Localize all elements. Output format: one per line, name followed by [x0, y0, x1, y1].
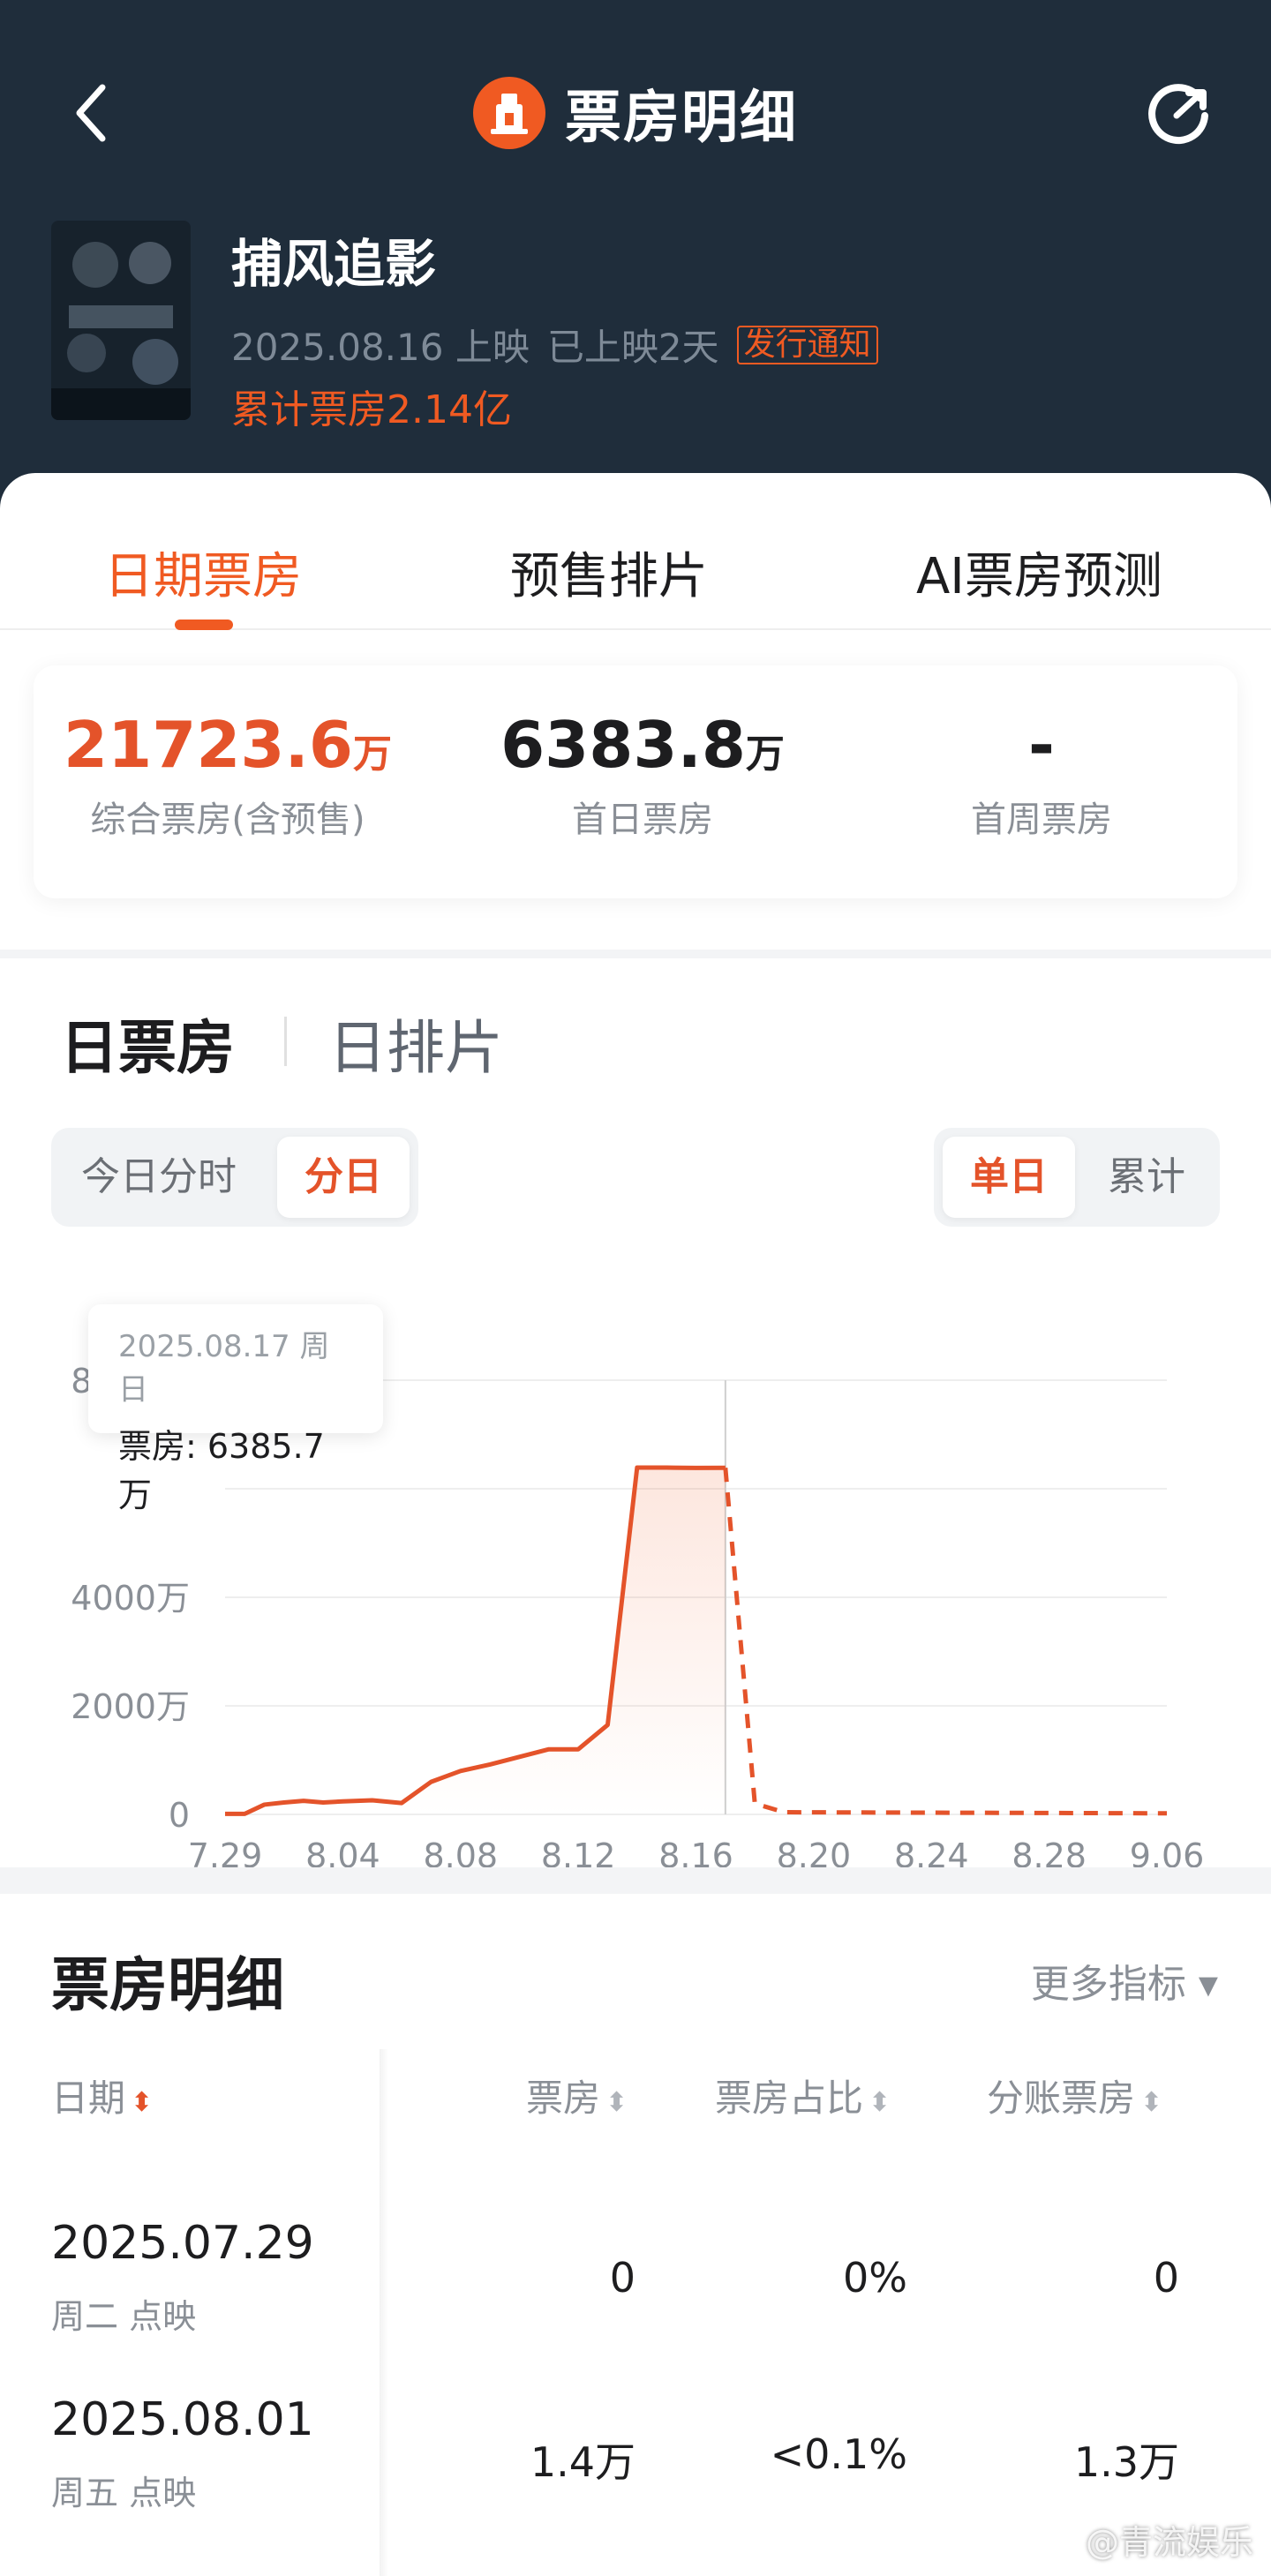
time-mode-toggle: 今日分时 分日	[51, 1128, 418, 1227]
sort-icon: ⬍	[131, 2087, 154, 2118]
page-title: 票房明细	[565, 86, 798, 151]
value-mode-toggle: 单日 累计	[934, 1128, 1220, 1227]
stats-box: 21723.6万 综合票房(含预售) 6383.8万 首日票房 - 首周票房	[34, 665, 1237, 898]
tooltip-value: 票房: 6385.7万	[118, 1427, 325, 1514]
stat-first-week-value: -	[1028, 708, 1055, 782]
seg-daily[interactable]: 分日	[277, 1137, 410, 1218]
header-split[interactable]: 分账票房 ⬍	[987, 2069, 1162, 2122]
refresh-button[interactable]	[1142, 74, 1218, 150]
detail-title: 票房明细	[51, 1951, 284, 2019]
row-2-date: 2025.08.01	[51, 2393, 314, 2446]
stat-total-label: 综合票房(含预售)	[90, 800, 365, 840]
movie-poster[interactable]	[51, 221, 191, 420]
x-tick-label: 8.08	[423, 1836, 498, 1867]
tab-ai-forecast[interactable]: AI票房预测	[916, 537, 1162, 608]
seg-hourly[interactable]: 今日分时	[62, 1137, 256, 1218]
seg-single-day[interactable]: 单日	[943, 1137, 1075, 1218]
row-1-sub: 周二 点映	[51, 2297, 197, 2336]
header-share[interactable]: 票房占比 ⬍	[715, 2069, 891, 2122]
frozen-column-shadow	[380, 2049, 388, 2576]
tab-daily-schedule[interactable]: 日排片	[328, 1001, 503, 1085]
x-tick-label: 8.16	[658, 1836, 733, 1867]
series-area	[225, 1468, 726, 1814]
tab-presale-schedule[interactable]: 预售排片	[510, 537, 708, 608]
divider	[284, 1017, 287, 1066]
x-tick-label: 8.28	[1012, 1836, 1087, 1867]
chart-section: 日票房 日排片 今日分时 分日 单日 累计 02000万4000万8000万7.…	[0, 958, 1271, 1867]
header-date[interactable]: 日期 ⬍	[51, 2069, 153, 2122]
refresh-icon	[1148, 84, 1208, 145]
movie-meta: 2025.08.16 上映 已上映2天 发行通知	[231, 318, 878, 372]
x-tick-label: 8.12	[541, 1836, 616, 1867]
tab-daily-box-office[interactable]: 日期票房	[104, 537, 302, 608]
x-tick-label: 7.29	[188, 1836, 263, 1867]
header-box-office[interactable]: 票房 ⬍	[526, 2069, 628, 2122]
movie-title: 捕风追影	[231, 234, 437, 294]
stat-first-week-label: 首周票房	[971, 800, 1112, 840]
y-tick-label: 2000万	[71, 1687, 190, 1726]
stat-first-day-label: 首日票房	[572, 800, 713, 840]
row-2-share: <0.1%	[770, 2430, 907, 2478]
tab-daily-revenue[interactable]: 日票房	[60, 1001, 235, 1085]
stat-total-value: 21723.6万	[64, 708, 392, 782]
row-2-box: 1.4万	[530, 2438, 636, 2486]
stat-first-day-value: 6383.8万	[500, 708, 785, 782]
more-metrics-button[interactable]: 更多指标 ▾	[1031, 1952, 1218, 2009]
days-released: 已上映2天	[546, 326, 719, 369]
stat-first-day: 6383.8万 首日票房	[475, 708, 810, 842]
row-2-sub: 周五 点映	[51, 2474, 197, 2512]
x-tick-label: 9.06	[1130, 1836, 1205, 1867]
detail-section: 票房明细 更多指标 ▾ 日期 ⬍ 票房 ⬍ 票房占比 ⬍ 分账票房 ⬍ 2025.07.…	[0, 1894, 1271, 2576]
release-date: 2025.08.16 上映	[231, 326, 530, 369]
row-1-share: 0%	[843, 2254, 907, 2302]
x-tick-label: 8.20	[777, 1836, 852, 1867]
row-1-box: 0	[609, 2254, 636, 2302]
app-logo-icon	[473, 77, 545, 149]
stat-total: 21723.6万 综合票房(含预售)	[60, 708, 395, 842]
y-tick-label: 4000万	[71, 1579, 190, 1618]
nav-title-group: 票房明细	[0, 72, 1271, 154]
release-notice-tag[interactable]: 发行通知	[736, 325, 878, 364]
row-2-split: 1.3万	[1073, 2438, 1179, 2486]
x-tick-label: 8.24	[894, 1836, 969, 1867]
x-tick-label: 8.04	[305, 1836, 380, 1867]
sort-icon: ⬍	[605, 2087, 628, 2118]
header: 票房明细 捕风追影 2025.08.16 上映 已上映2天 发行通知 累计票房2…	[0, 0, 1271, 529]
forecast-line	[723, 1468, 1168, 1816]
stat-first-week: - 首周票房	[874, 708, 1209, 842]
main-card: 日期票房 预售排片 AI票房预测 21723.6万 综合票房(含预售) 6383…	[0, 473, 1271, 950]
y-tick-label: 0	[169, 1796, 190, 1835]
tooltip-date: 2025.08.17 周日	[118, 1329, 330, 1408]
tab-bar: 日期票房 预售排片 AI票房预测	[0, 473, 1271, 630]
row-1-split: 0	[1153, 2254, 1179, 2302]
sort-icon: ⬍	[1140, 2087, 1163, 2118]
seg-cumulative[interactable]: 累计	[1080, 1137, 1213, 1218]
watermark: @青流娱乐	[1085, 2523, 1253, 2562]
row-1-date: 2025.07.29	[51, 2217, 314, 2270]
sort-icon: ⬍	[869, 2087, 891, 2118]
cumulative-box-office: 累计票房2.14亿	[231, 387, 512, 432]
chart-tooltip: 2025.08.17 周日 票房: 6385.7万	[88, 1304, 383, 1514]
tab-indicator	[175, 620, 233, 630]
